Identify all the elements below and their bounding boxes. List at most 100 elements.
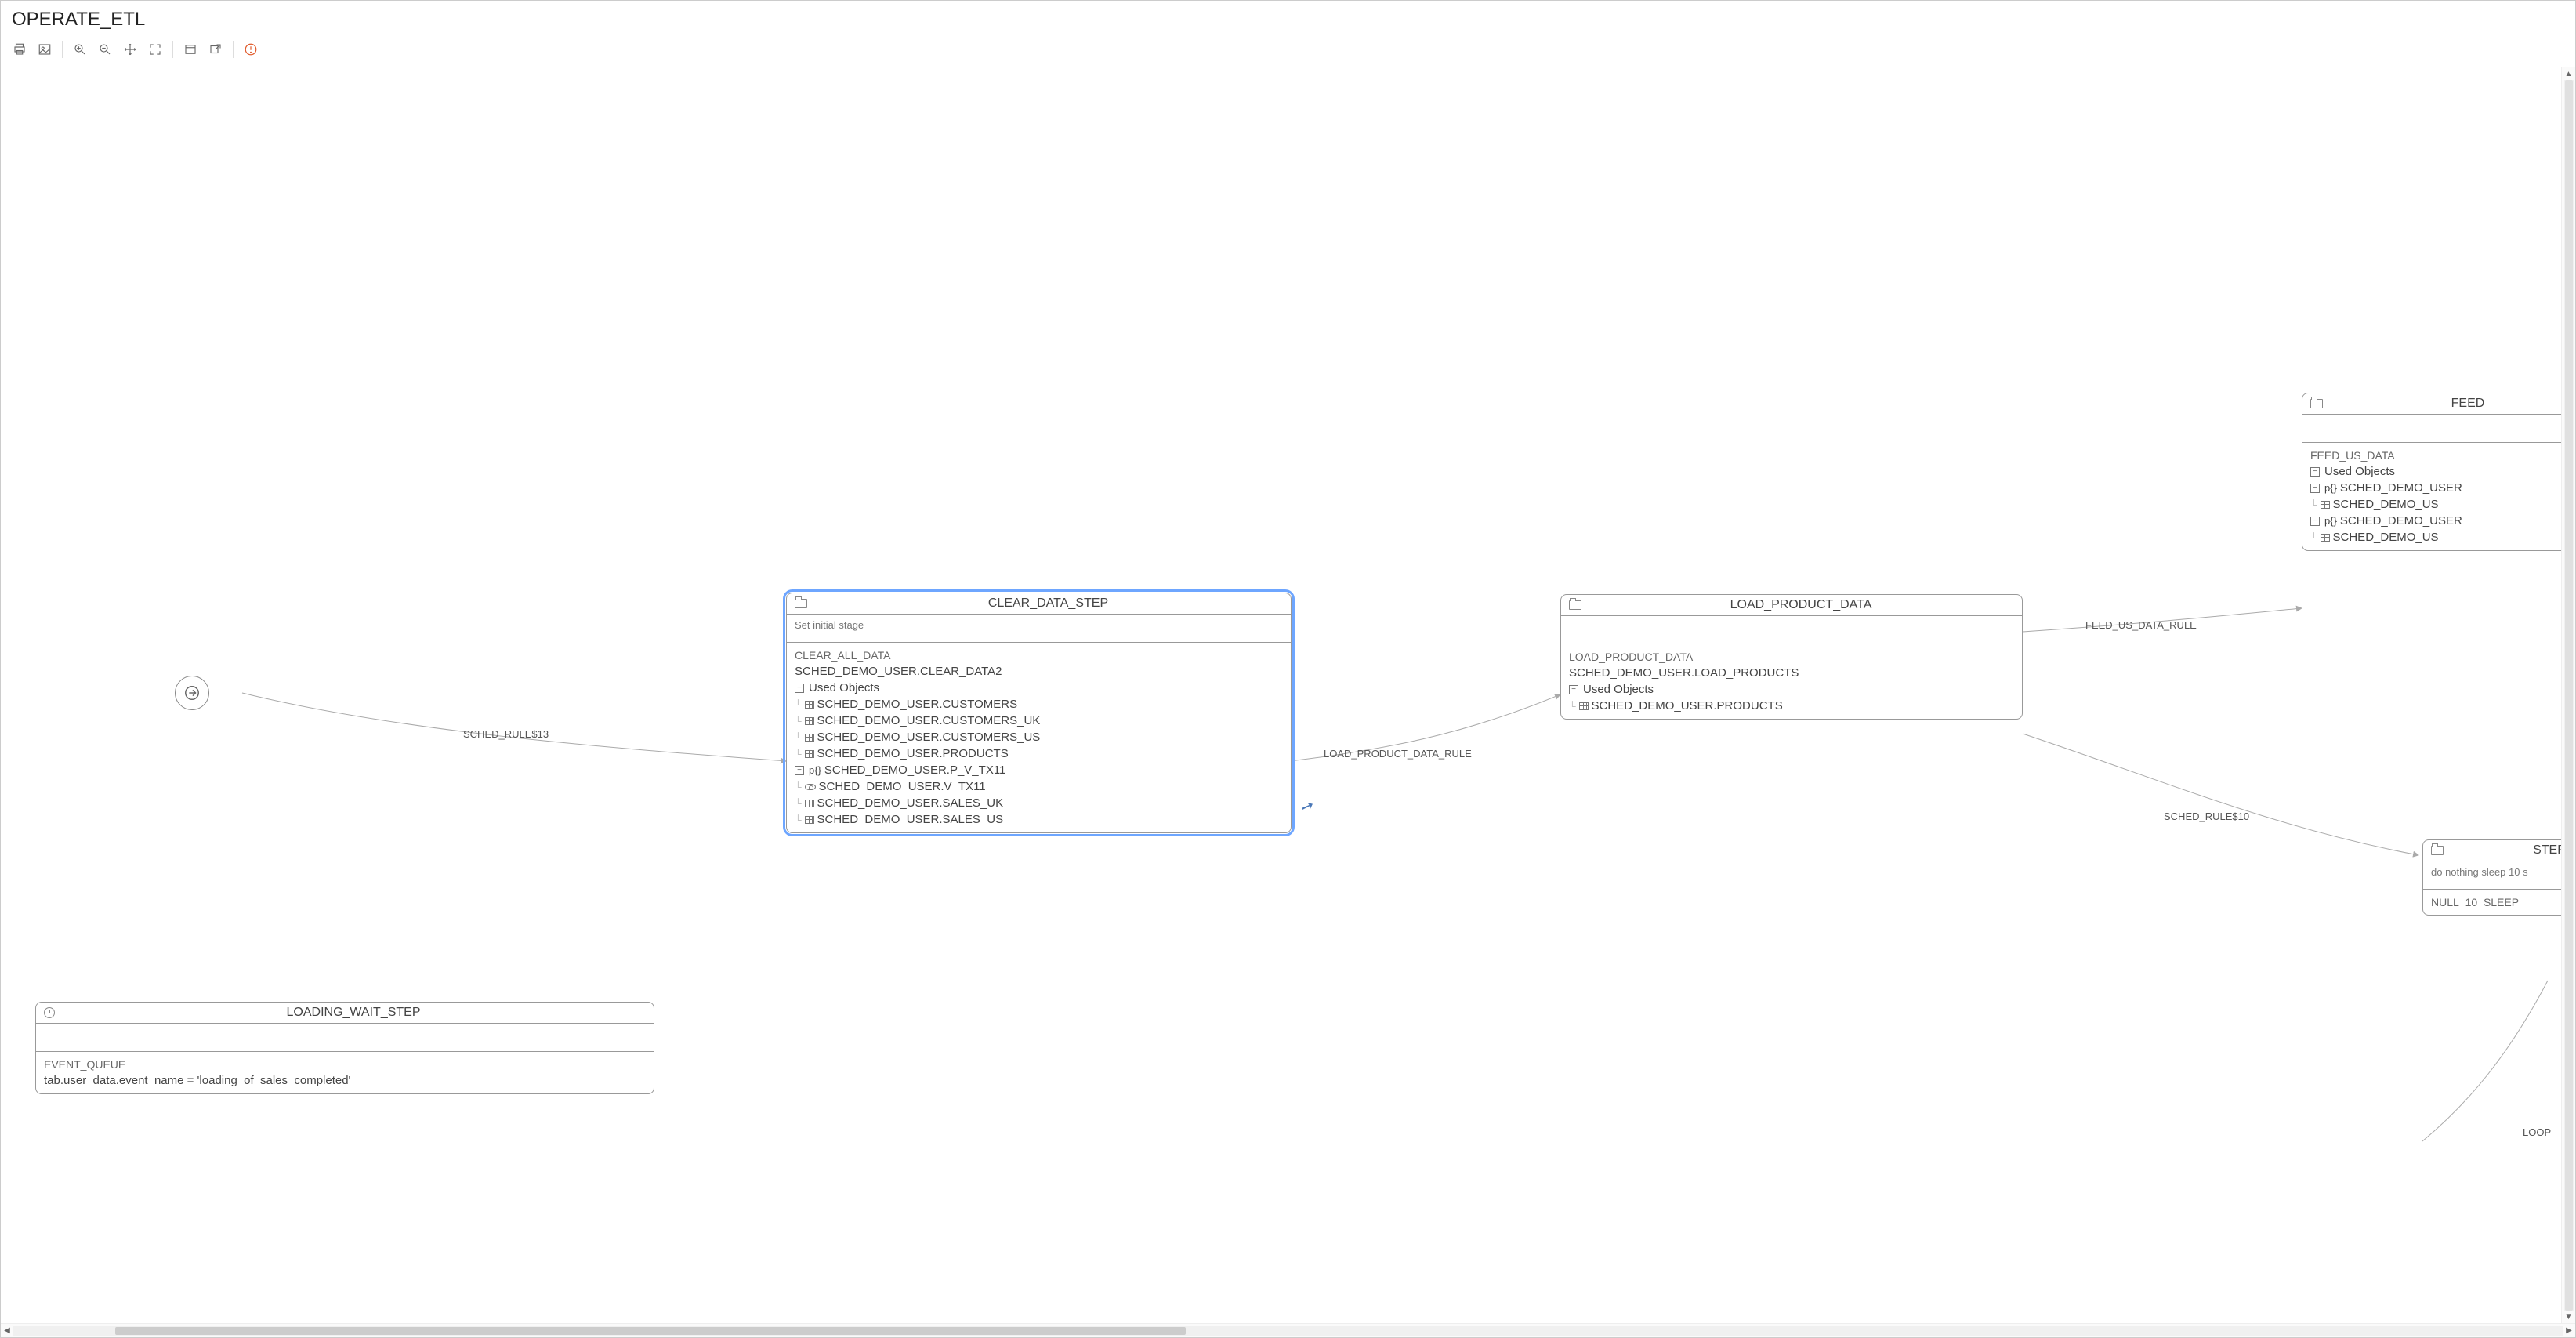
- tree-item[interactable]: └SCHED_DEMO_USER.CUSTOMERS_UK: [795, 713, 1283, 729]
- node-title: CLEAR_DATA_STEP: [813, 596, 1283, 611]
- node-subtitle: [1561, 616, 2022, 644]
- tree-item[interactable]: └SCHED_DEMO_USER.CUSTOMERS_US: [795, 729, 1283, 745]
- table-icon: [805, 734, 814, 742]
- move-button[interactable]: [118, 38, 143, 60]
- node-title: FEED: [2329, 397, 2575, 411]
- used-objects-toggle[interactable]: − Used Objects: [1569, 681, 2014, 698]
- folder-icon: [1569, 600, 1581, 610]
- separator: [62, 41, 63, 58]
- tree-item[interactable]: └SCHED_DEMO_USER.SALES_UK: [795, 795, 1283, 811]
- view-icon: [805, 784, 816, 790]
- export-icon: [208, 42, 223, 56]
- edge-label: SCHED_RULE$13: [463, 728, 549, 740]
- app-frame: OPERATE_ETL: [0, 0, 2576, 1338]
- scroll-up-icon[interactable]: ▲: [2563, 67, 2575, 80]
- tree-item[interactable]: └SCHED_DEMO_USER.V_TX11: [795, 778, 1283, 795]
- used-objects-toggle[interactable]: − Used Objects: [2310, 463, 2575, 480]
- move-icon: [123, 42, 137, 56]
- node-main-object: tab.user_data.event_name = 'loading_of_s…: [44, 1072, 646, 1089]
- table-icon: [805, 816, 814, 824]
- fit-button[interactable]: [143, 38, 168, 60]
- toolbar: [1, 35, 2575, 67]
- scroll-thumb[interactable]: [115, 1327, 1186, 1335]
- node-clear-data-step[interactable]: CLEAR_DATA_STEP Set initial stage CLEAR_…: [786, 593, 1292, 833]
- print-button[interactable]: [7, 38, 32, 60]
- tree-item[interactable]: └SCHED_DEMO_USER.PRODUCTS: [1569, 698, 2014, 714]
- diagram-canvas[interactable]: CLEAR_DATA_STEP Set initial stage CLEAR_…: [1, 67, 2575, 1337]
- node-title: LOAD_PRODUCT_DATA: [1588, 598, 2014, 612]
- node-step[interactable]: STEP do nothing sleep 10 s NULL_10_SLEEP: [2422, 839, 2575, 916]
- node-subtitle: do nothing sleep 10 s: [2423, 861, 2575, 890]
- node-subtitle: Set initial stage: [787, 615, 1291, 643]
- open-external-button[interactable]: [203, 38, 228, 60]
- node-main-object: SCHED_DEMO_USER.LOAD_PRODUCTS: [1569, 665, 2014, 681]
- table-icon: [805, 701, 814, 709]
- node-title: LOADING_WAIT_STEP: [61, 1006, 646, 1020]
- image-icon: [38, 42, 52, 56]
- folder-icon: [795, 599, 807, 608]
- node-loading-wait-step[interactable]: LOADING_WAIT_STEP EVENT_QUEUE tab.user_d…: [35, 1002, 654, 1094]
- separator: [233, 41, 234, 58]
- separator: [172, 41, 173, 58]
- connector-decorator-icon: ➚: [1298, 795, 1317, 818]
- node-caption: LOAD_PRODUCT_DATA: [1569, 649, 2014, 665]
- tree-item[interactable]: −p{}SCHED_DEMO_USER: [2310, 513, 2575, 529]
- tree-item[interactable]: −p{}SCHED_DEMO_USER.P_V_TX11: [795, 762, 1283, 778]
- collapse-icon: −: [1569, 685, 1578, 694]
- fit-screen-icon: [148, 42, 162, 56]
- errors-button[interactable]: [238, 38, 263, 60]
- horizontal-scrollbar[interactable]: ◀ ▶: [1, 1323, 2575, 1337]
- collapse-icon: −: [2310, 467, 2320, 477]
- zoom-out-icon: [98, 42, 112, 56]
- scroll-thumb[interactable]: [2565, 80, 2573, 1311]
- node-feed[interactable]: FEED FEED_US_DATA − Used Objects −p{}SCH…: [2302, 393, 2575, 551]
- window-icon: [183, 42, 197, 56]
- tree-item[interactable]: └SCHED_DEMO_USER.PRODUCTS: [795, 745, 1283, 762]
- scroll-left-icon[interactable]: ◀: [1, 1325, 13, 1337]
- tree-item[interactable]: └SCHED_DEMO_USER.SALES_US: [795, 811, 1283, 828]
- folder-icon: [2310, 399, 2323, 408]
- tree-item[interactable]: −p{}SCHED_DEMO_USER: [2310, 480, 2575, 496]
- new-window-button[interactable]: [178, 38, 203, 60]
- zoom-in-button[interactable]: [67, 38, 92, 60]
- node-main-object: SCHED_DEMO_USER.CLEAR_DATA2: [795, 663, 1283, 680]
- table-icon: [1579, 702, 1589, 710]
- collapse-icon: −: [795, 684, 804, 693]
- start-icon: [183, 684, 201, 702]
- scroll-track[interactable]: [2564, 80, 2574, 1311]
- edge-label: SCHED_RULE$10: [2164, 810, 2249, 822]
- clock-icon: [44, 1007, 55, 1018]
- scroll-right-icon[interactable]: ▶: [2563, 1325, 2575, 1337]
- scroll-track[interactable]: [13, 1326, 2563, 1336]
- zoom-in-icon: [73, 42, 87, 56]
- zoom-out-button[interactable]: [92, 38, 118, 60]
- image-button[interactable]: [32, 38, 57, 60]
- node-caption: NULL_10_SLEEP: [2431, 894, 2575, 910]
- page-title: OPERATE_ETL: [1, 1, 2575, 35]
- used-objects-toggle[interactable]: − Used Objects: [795, 680, 1283, 696]
- node-caption: FEED_US_DATA: [2310, 448, 2575, 463]
- node-subtitle: [2302, 415, 2575, 443]
- edge-label: LOAD_PRODUCT_DATA_RULE: [1324, 748, 1472, 760]
- collapse-icon: −: [795, 766, 804, 775]
- edge-label: FEED_US_DATA_RULE: [2085, 619, 2197, 631]
- folder-icon: [2431, 846, 2444, 855]
- tree-item[interactable]: └SCHED_DEMO_US: [2310, 496, 2575, 513]
- node-caption: EVENT_QUEUE: [44, 1057, 646, 1072]
- node-caption: CLEAR_ALL_DATA: [795, 647, 1283, 663]
- vertical-scrollbar[interactable]: ▲ ▼: [2561, 67, 2575, 1323]
- table-icon: [805, 717, 814, 725]
- collapse-icon: −: [2310, 517, 2320, 526]
- tree-item[interactable]: └SCHED_DEMO_US: [2310, 529, 2575, 546]
- table-icon: [805, 800, 814, 807]
- print-icon: [13, 42, 27, 56]
- start-node[interactable]: [175, 676, 209, 710]
- table-icon: [2321, 534, 2330, 542]
- collapse-icon: −: [2310, 484, 2320, 493]
- edge-label: LOOP: [2523, 1126, 2551, 1138]
- table-icon: [2321, 501, 2330, 509]
- node-load-product-data[interactable]: LOAD_PRODUCT_DATA LOAD_PRODUCT_DATA SCHE…: [1560, 594, 2023, 720]
- scroll-down-icon[interactable]: ▼: [2563, 1311, 2575, 1323]
- tree-item[interactable]: └SCHED_DEMO_USER.CUSTOMERS: [795, 696, 1283, 713]
- table-icon: [805, 750, 814, 758]
